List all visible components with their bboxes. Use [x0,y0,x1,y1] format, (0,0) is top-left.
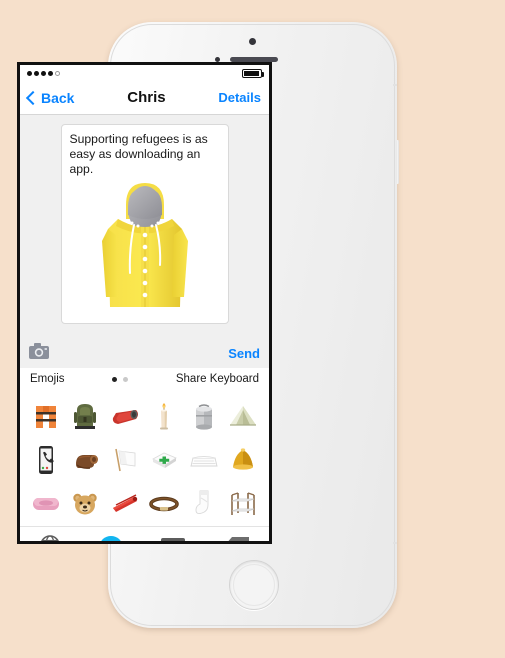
page-indicator[interactable] [112,376,129,382]
message-input-row: Send [20,338,269,368]
battery-icon [242,68,264,78]
front-camera-icon [248,38,256,45]
emoji-belt[interactable] [147,485,181,523]
antenna-line [393,542,397,544]
signal-strength-icon [27,70,60,76]
emoji-candle[interactable] [147,397,181,435]
screenshot-root: Back Chris Details Supporting refugees i… [0,0,505,658]
emoji-row [26,482,263,526]
delete-key-icon[interactable] [224,536,250,541]
emoji-life-vest[interactable] [29,397,63,435]
emoji-row [26,438,263,482]
keyboard-bottom-bar [20,526,269,541]
emoji-rolled-mat[interactable] [68,441,102,479]
emoji-sock[interactable] [187,485,221,523]
emoji-first-aid-kit[interactable] [147,441,181,479]
emoji-clothespin[interactable] [108,485,142,523]
share-keyboard-label[interactable]: Share Keyboard [176,373,259,385]
chevron-left-icon [25,90,41,105]
emoji-white-flag[interactable] [108,441,142,479]
emoji-bell-hat[interactable] [226,441,260,479]
home-button-ring [232,564,275,606]
emoji-grid [20,390,269,526]
globe-icon[interactable] [39,534,61,541]
emoji-teddy-bear[interactable] [68,485,102,523]
page-dot-active [112,376,118,382]
message-text: Supporting refugees is as easy as downlo… [69,132,208,176]
camera-icon[interactable] [29,342,49,364]
emoji-row [26,394,263,438]
emoji-backpack[interactable] [68,397,102,435]
emoji-panel-header: Emojis Share Keyboard [20,368,269,390]
phone-screen: Back Chris Details Supporting refugees i… [20,65,269,541]
home-button[interactable] [228,560,279,610]
emoji-tent[interactable] [226,397,260,435]
antenna-line [393,84,397,86]
message-bubble[interactable]: Supporting refugees is as easy as downlo… [60,124,229,324]
emoji-mobile-phone[interactable] [29,441,63,479]
emoji-bunk-bed[interactable] [226,485,260,523]
messages-bubble-icon[interactable] [100,535,123,541]
page-dot [123,376,129,382]
emoji-sleeping-bag[interactable] [108,397,142,435]
emoji-soap-bar[interactable] [29,485,63,523]
emoji-mattress[interactable] [187,441,221,479]
details-button[interactable]: Details [218,90,261,105]
status-bar [20,65,269,81]
conversation-area: Supporting refugees is as easy as downlo… [20,115,269,338]
raincoat-sticker[interactable] [70,177,220,319]
power-button[interactable] [396,140,399,184]
back-button[interactable]: Back [25,89,75,106]
back-button-label: Back [41,89,75,106]
send-button[interactable]: Send [228,346,260,361]
page-title: Chris [127,89,166,106]
navigation-bar: Back Chris Details [20,81,269,115]
emojis-label[interactable]: Emojis [30,373,65,385]
keyboard-icon[interactable] [160,537,185,541]
emoji-water-container[interactable] [187,397,221,435]
